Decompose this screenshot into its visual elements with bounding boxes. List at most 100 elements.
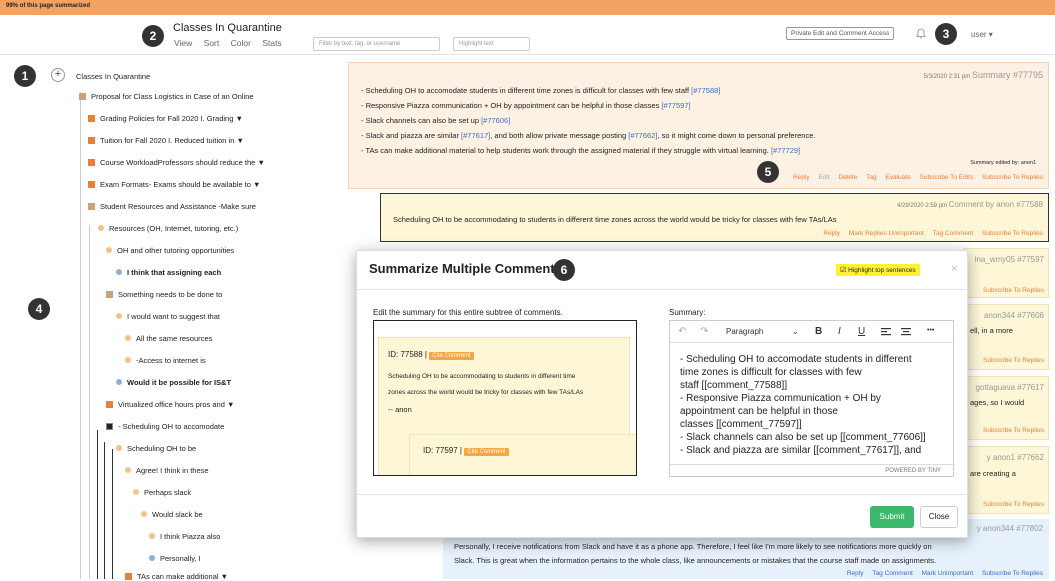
tree-item[interactable]: - Scheduling OH to accomodate [106,422,224,431]
tree-item[interactable]: Would slack be [141,510,203,519]
tree-node-icon [141,511,147,517]
tree-item[interactable]: Scheduling OH to be [116,444,196,453]
private-access-button[interactable]: Private Edit and Comment Access [786,27,895,40]
subscribe-edits-link[interactable]: Subscribe To Edits [920,174,974,181]
user-menu[interactable]: user ▾ [971,30,993,39]
tag-link[interactable]: Tag [866,174,876,181]
comment-link[interactable]: [#77597] [661,101,690,110]
modal-title: Summarize Multiple Comments [369,261,562,276]
close-icon[interactable]: × [951,263,957,275]
align-left-icon[interactable] [881,327,891,337]
tree-item[interactable]: Virtualized office hours pros and ▼ [106,400,234,409]
tree-item[interactable]: Agree! I think in these [125,466,209,475]
tree-item[interactable]: Perhaps slack [133,488,191,497]
tree-item[interactable]: Grading Policies for Fall 2020 I. Gradin… [88,114,243,123]
cite-comment-button[interactable]: Cite Comment [429,352,474,360]
nav-view[interactable]: View [174,38,192,48]
reply-link[interactable]: Reply [823,230,840,237]
submit-button[interactable]: Submit [870,506,914,528]
comment-link[interactable]: [#77606] [481,116,510,125]
tree-node-icon [116,379,122,385]
tree-node-icon [149,555,155,561]
tree-node-icon [106,423,113,430]
chevron-down-icon[interactable]: ⌄ [792,327,799,336]
marker-1: 1 [14,65,36,87]
tree-item[interactable]: Something needs to be done to [106,290,222,299]
expand-all-button[interactable]: + [51,68,65,82]
subscribe-replies-link[interactable]: Subscribe To Replies [983,287,1044,294]
editor-content[interactable]: - Scheduling OH to accomodate students i… [680,353,945,457]
tree-item[interactable]: Exam Formats- Exams should be available … [88,180,260,189]
tree-item[interactable]: I would want to suggest that [116,312,220,321]
reply-link[interactable]: Reply [793,174,810,181]
more-options-icon[interactable]: ••• [927,327,934,334]
tree-item[interactable]: All the same resources [125,334,212,343]
tag-comment-link[interactable]: Tag Comment [872,570,912,577]
tree-item[interactable]: I think Piazza also [149,532,220,541]
subscribe-replies-link[interactable]: Subscribe To Replies [983,427,1044,434]
nav-sort[interactable]: Sort [204,38,220,48]
close-button[interactable]: Close [920,506,958,528]
subscribe-replies-link[interactable]: Subscribe To Replies [983,501,1044,508]
reply-link[interactable]: Reply [847,570,864,577]
comment-card: 4/29/2020 2:59 pm Comment by anon #77588… [380,193,1049,242]
powered-by-tiny: POWERED BY TINY [670,464,955,478]
tree-root[interactable]: Classes In Quarantine [76,72,150,81]
bold-button[interactable]: B [815,326,822,337]
tree-node-icon [79,93,86,100]
summary-line: - Slack channels can also be set up [#77… [361,116,511,125]
tree-node-icon [125,357,131,363]
tree-item[interactable]: Resources (OH, Internet, tutoring, etc.) [98,224,238,233]
tree-node-icon [88,137,95,144]
subscribe-replies-link[interactable]: Subscribe To Replies [982,174,1043,181]
underline-button[interactable]: U [858,326,865,337]
mark-unimportant-link[interactable]: Mark Unimportant [922,570,974,577]
highlight-top-sentences-button[interactable]: ☑ Highlight top sentences [836,264,920,276]
format-select[interactable]: Paragraph [726,327,763,336]
align-center-icon[interactable] [901,327,911,337]
summary-line: - Scheduling OH to accomodate students i… [361,86,721,95]
subscribe-replies-link[interactable]: Subscribe To Replies [982,570,1043,577]
delete-link[interactable]: Delete [839,174,858,181]
tree-item[interactable]: OH and other tutoring opportunities [106,246,234,255]
edit-link[interactable]: Edit [818,174,829,181]
subscribe-replies-link[interactable]: Subscribe To Replies [983,357,1044,364]
nav-stats[interactable]: Stats [262,38,281,48]
bell-icon[interactable] [916,28,926,39]
marker-3: 3 [935,23,957,45]
comment-link[interactable]: [#77662] [628,131,657,140]
highlight-input[interactable]: Highlight text [453,37,530,51]
italic-button[interactable]: I [838,326,841,337]
tree-item[interactable]: TAs can make additional ▼ [125,572,228,581]
tree-item[interactable]: Student Resources and Assistance -Make s… [88,202,256,211]
tree-item[interactable]: Tuition for Fall 2020 I. Reduced tuition… [88,136,244,145]
redo-icon[interactable]: ↷ [700,326,708,337]
undo-icon[interactable]: ↶ [678,326,686,337]
comment-link[interactable]: [#77729] [771,146,800,155]
tree-node-icon [125,467,131,473]
subtree-comments-panel[interactable]: ID: 77588 | Cite Comment Scheduling OH t… [373,320,637,476]
tree-item[interactable]: Course WorkloadProfessors should reduce … [88,158,265,167]
summary-line: - Slack and piazza are similar [#77617],… [361,131,816,140]
filter-input[interactable]: Filter by text, tag, or username [313,37,440,51]
tree-item[interactable]: Personally, I [149,554,201,563]
marker-2: 2 [142,25,164,47]
tag-comment-link[interactable]: Tag Comment [933,230,973,237]
mark-unimportant-link[interactable]: Mark Replies Unimportant [849,230,924,237]
comment-tree: 1 + Classes In Quarantine 4 Proposal for… [0,58,345,581]
tree-item[interactable]: -Access to internet is [125,356,206,365]
tree-item[interactable]: Proposal for Class Logistics in Case of … [79,92,254,101]
nav-color[interactable]: Color [231,38,251,48]
comment-card: y anon1 #77662 are creating a Subscribe … [963,446,1049,514]
subscribe-replies-link[interactable]: Subscribe To Replies [982,230,1043,237]
summary-editor[interactable]: ↶ ↷ Paragraph ⌄ B I U ••• - Scheduling O… [669,320,955,478]
tree-item[interactable]: I think that assigning each [116,268,221,277]
cite-comment-button[interactable]: Cite Comment [464,448,509,456]
comment-link[interactable]: [#77588] [691,86,720,95]
summary-edited-by: Summary edited by: anon1 [970,160,1036,166]
evaluate-link[interactable]: Evaluate [885,174,910,181]
comment-link[interactable]: [#77617] [461,131,490,140]
tree-item[interactable]: Would it be possible for IS&T [116,378,231,387]
tree-node-icon [88,115,95,122]
quoted-comment: ID: 77597 | Cite Comment [409,434,636,475]
